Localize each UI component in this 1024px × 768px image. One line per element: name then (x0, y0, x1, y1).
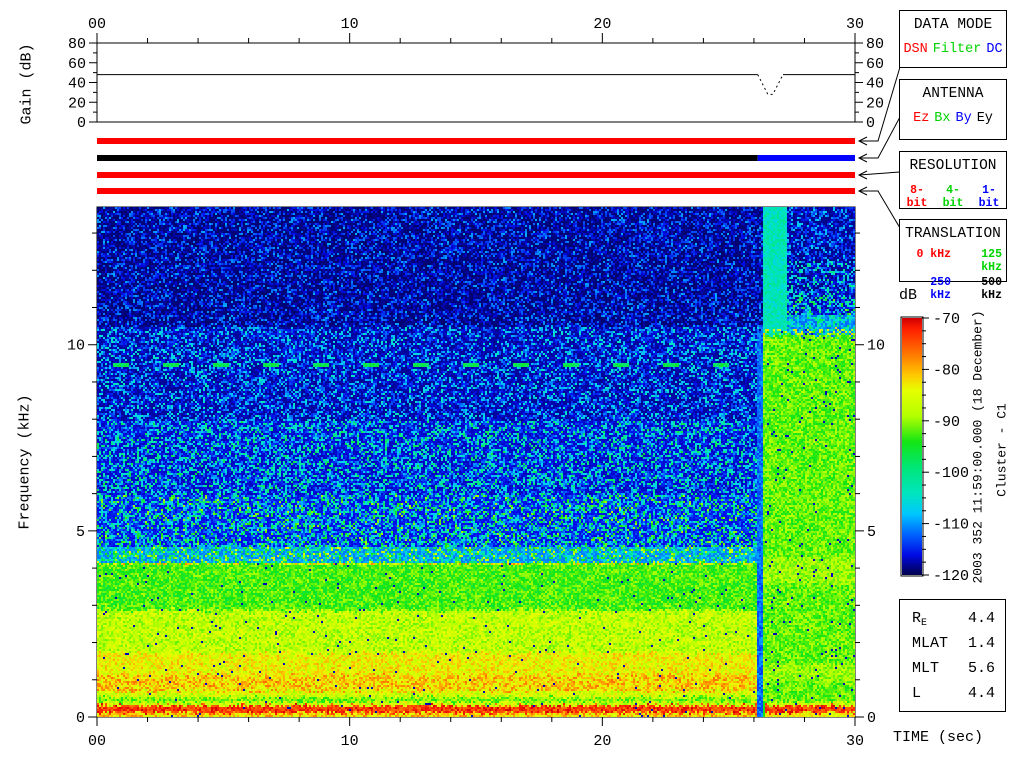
gain-axis-label: Gain (dB) (19, 43, 36, 124)
resolution-bar (97, 172, 855, 178)
freq-tick-label: 10 (867, 338, 885, 355)
freq-tick-label: 0 (867, 710, 876, 727)
ephemeris-row-mlt: MLT 5.6 (900, 658, 1005, 683)
gain-tick-label: 60 (68, 56, 86, 73)
legend-item-ey: Ey (977, 111, 993, 126)
spectrogram-canvas (97, 207, 855, 717)
legend-item-dc: DC (986, 42, 1002, 57)
time-axis-label: TIME (sec) (893, 729, 983, 746)
gain-plot-frame (97, 43, 855, 122)
ephemeris-row-l: L 4.4 (900, 683, 1005, 708)
gain-tick-label: 0 (77, 115, 86, 132)
gain-tick-label: 80 (68, 36, 86, 53)
ephemeris-value: 4.4 (968, 608, 995, 633)
legend-item-500-khz: 500 kHz (955, 276, 1002, 302)
resolution-panel: RESOLUTION 8-bit4-bit1-bit (899, 151, 1007, 209)
panel-arrow (859, 191, 900, 228)
time-tick-label: 10 (341, 733, 359, 750)
ephemeris-label: L (912, 683, 921, 708)
legend-item-0-khz: 0 kHz (904, 248, 951, 274)
antenna-bar (758, 155, 855, 161)
data-mode-items: DSN Filter DC (900, 42, 1006, 57)
legend-item-dsn: DSN (903, 42, 927, 57)
legend-item-1-bit: 1-bit (972, 184, 1006, 210)
gain-tick-label: 40 (68, 76, 86, 93)
gain-dip-dotted (758, 75, 783, 95)
top-axis-tick-label: 30 (846, 16, 864, 33)
freq-tick-label: 10 (67, 338, 85, 355)
frequency-axis-label: Frequency (kHz) (17, 394, 34, 529)
translation-panel: TRANSLATION 0 kHz125 kHz250 kHz500 kHz (899, 219, 1007, 282)
ephemeris-value: 4.4 (968, 683, 995, 708)
time-tick-label: 00 (88, 733, 106, 750)
colorbar-tick-label: -70 (933, 311, 960, 328)
antenna-title: ANTENNA (900, 86, 1006, 102)
data-mode-bar (97, 138, 855, 144)
colorbar-tick-label: -120 (933, 568, 969, 585)
colorbar-tick-label: -110 (933, 517, 969, 534)
legend-item-bx: Bx (934, 111, 950, 126)
resolution-items: 8-bit4-bit1-bit (900, 184, 1006, 210)
top-axis-tick-label: 20 (593, 16, 611, 33)
gain-tick-label: 20 (68, 95, 86, 112)
top-axis-tick-label: 10 (341, 16, 359, 33)
time-tick-label: 20 (593, 733, 611, 750)
antenna-bar (97, 155, 758, 161)
colorbar-canvas (902, 318, 922, 575)
gain-tick-label: 60 (866, 56, 884, 73)
gain-tick-label: 0 (866, 115, 875, 132)
legend-item-8-bit: 8-bit (900, 184, 934, 210)
data-mode-panel: DATA MODE DSN Filter DC (899, 10, 1007, 68)
translation-title: TRANSLATION (900, 226, 1006, 242)
gain-tick-label: 20 (866, 95, 884, 112)
legend-item-250-khz: 250 kHz (904, 276, 951, 302)
resolution-title: RESOLUTION (900, 158, 1006, 174)
antenna-items: Ez Bx By Ey (900, 111, 1006, 126)
ephemeris-value: 1.4 (968, 633, 995, 658)
legend-item-filter: Filter (933, 42, 982, 57)
ephemeris-label-subscript: E (921, 618, 927, 629)
translation-bar (97, 188, 855, 194)
wbd-spectrogram-display: { "top_axis": {"tick_labels": ["00","10"… (0, 0, 1024, 768)
legend-item-ez: Ez (913, 111, 929, 126)
ephemeris-row-mlat: MLAT 1.4 (900, 633, 1005, 658)
ephemeris-label: RE (912, 608, 927, 633)
legend-item-by: By (956, 111, 972, 126)
ephemeris-label: MLT (912, 658, 939, 683)
translation-items: 0 kHz125 kHz250 kHz500 kHz (900, 248, 1006, 302)
ephemeris-panel: RE 4.4 MLAT 1.4 MLT 5.6 L 4.4 (899, 599, 1006, 712)
legend-item-125-khz: 125 kHz (955, 248, 1002, 274)
gain-tick-label: 80 (866, 36, 884, 53)
colorbar-tick-label: -90 (933, 414, 960, 431)
time-tick-label: 30 (846, 733, 864, 750)
gain-tick-label: 40 (866, 76, 884, 93)
legend-item-4-bit: 4-bit (936, 184, 970, 210)
top-axis-tick-label: 00 (88, 16, 106, 33)
spacecraft-annotation: Cluster - C1 (995, 403, 1010, 497)
data-mode-title: DATA MODE (900, 17, 1006, 33)
colorbar-tick-label: -80 (933, 362, 960, 379)
datetime-annotation: 2003 352 11:59:00.000 (18 December) (971, 310, 986, 583)
colorbar-tick-label: -100 (933, 465, 969, 482)
freq-tick-label: 5 (76, 524, 85, 541)
freq-tick-label: 0 (76, 710, 85, 727)
antenna-panel: ANTENNA Ez Bx By Ey (899, 79, 1007, 140)
ephemeris-value: 5.6 (968, 658, 995, 683)
ephemeris-label: MLAT (912, 633, 948, 658)
freq-tick-label: 5 (867, 524, 876, 541)
ephemeris-row-r: RE 4.4 (900, 608, 1005, 633)
